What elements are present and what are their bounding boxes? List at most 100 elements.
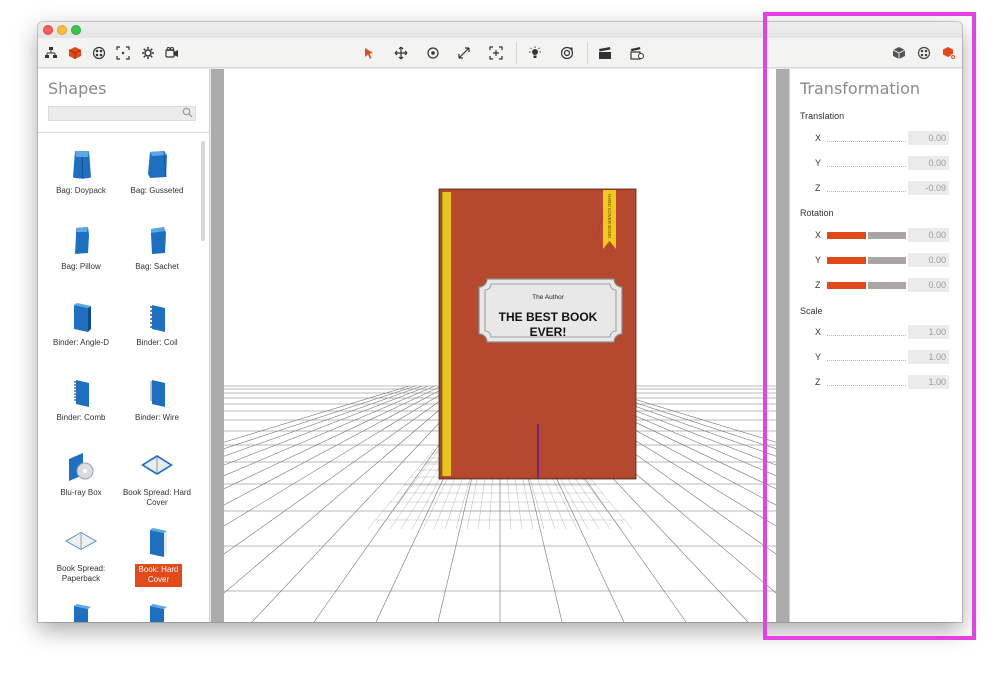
- shape-item-label: Binder: Angle-D: [52, 338, 110, 347]
- transform-panel-icon[interactable]: [939, 43, 959, 63]
- viewport-scene[interactable]: HARD COVER BOOK The Author THE BEST BOOK…: [38, 69, 962, 622]
- transformation-title: Transformation: [800, 79, 921, 98]
- rotation-z-field[interactable]: 0.00: [908, 278, 949, 292]
- viewport-left-edge: [211, 69, 224, 622]
- shapes-scrollbar[interactable]: [201, 141, 205, 241]
- rotation-z-slider-track[interactable]: [868, 282, 906, 289]
- axis-label-x: X: [815, 133, 822, 143]
- search-icon[interactable]: [182, 107, 194, 119]
- materials-icon[interactable]: [89, 43, 109, 63]
- scale-x-field[interactable]: 1.00: [908, 325, 949, 339]
- shape-item-binder-angle-d[interactable]: Binder: Angle-D: [46, 301, 116, 373]
- shape-partial-icon: [150, 604, 167, 622]
- 3d-viewport[interactable]: HARD COVER BOOK The Author THE BEST BOOK…: [38, 69, 962, 622]
- environment-icon[interactable]: [557, 43, 577, 63]
- binder-angle-d-icon: [74, 303, 91, 332]
- shape-cube-icon[interactable]: [65, 43, 85, 63]
- book-model[interactable]: HARD COVER BOOK The Author THE BEST BOOK…: [438, 188, 637, 480]
- shape-partial-icon: [74, 604, 91, 622]
- shape-item-label: Book Spread: Hard Cover: [122, 488, 192, 507]
- shape-item-book-hard-cover[interactable]: Book: Hard Cover: [122, 527, 192, 599]
- shape-item-next[interactable]: [122, 603, 192, 622]
- translation-x-field[interactable]: 0.00: [908, 131, 949, 145]
- axis-label-y: Y: [815, 255, 822, 265]
- shape-item-bag-pillow[interactable]: Bag: Pillow: [46, 225, 116, 297]
- translation-y-field[interactable]: 0.00: [908, 156, 949, 170]
- rotate-icon[interactable]: [423, 43, 443, 63]
- binder-comb-icon: [74, 380, 89, 407]
- book-author: The Author: [532, 294, 565, 301]
- shapes-panel: Shapes Bag: Doypack Bag: Gusseted Bag: P…: [38, 69, 210, 622]
- shape-item-bluray-box[interactable]: Blu-ray Box: [46, 451, 116, 523]
- shape-item-binder-wire[interactable]: Binder: Wire: [122, 376, 192, 448]
- toolbar-separator: [516, 42, 517, 64]
- render-clapper-icon[interactable]: [595, 43, 615, 63]
- shape-item-bag-gusseted[interactable]: Bag: Gusseted: [122, 149, 192, 221]
- book-spine: [442, 192, 451, 476]
- title-bar: [38, 22, 962, 38]
- scale-z-field[interactable]: 1.00: [908, 375, 949, 389]
- scene-tree-icon[interactable]: [41, 43, 61, 63]
- rotation-y-field[interactable]: 0.00: [908, 253, 949, 267]
- move-icon[interactable]: [391, 43, 411, 63]
- shape-item-book-spread-paperback[interactable]: Book Spread: Paperback: [46, 527, 116, 599]
- rotation-y-slider-track[interactable]: [868, 257, 906, 264]
- shape-item-label: Bag: Gusseted: [130, 186, 184, 195]
- shape-item-label: Bag: Pillow: [61, 262, 101, 271]
- translation-z-field[interactable]: -0.09: [908, 181, 949, 195]
- close-window-button[interactable]: [43, 25, 53, 35]
- fit-icon[interactable]: [486, 43, 506, 63]
- leader-dots: [827, 385, 906, 386]
- shape-item-label: Binder: Coil: [136, 338, 178, 347]
- axis-label-x: X: [815, 230, 822, 240]
- binder-coil-icon: [150, 305, 165, 332]
- bluray-box-icon: [69, 453, 94, 481]
- rotation-z-row: Z 0.00: [790, 278, 962, 293]
- shape-item-binder-comb[interactable]: Binder: Comb: [46, 376, 116, 448]
- scale-section-label: Scale: [800, 306, 823, 316]
- bounding-box-icon[interactable]: [113, 43, 133, 63]
- leader-dots: [827, 141, 906, 142]
- shape-item-binder-coil[interactable]: Binder: Coil: [122, 301, 192, 373]
- shape-item-label: Binder: Comb: [56, 413, 106, 422]
- rotation-z-slider-fill[interactable]: [827, 282, 866, 289]
- shape-item-book-spread-hard[interactable]: Book Spread: Hard Cover: [122, 451, 192, 523]
- rotation-x-field[interactable]: 0.00: [908, 228, 949, 242]
- scale-y-field[interactable]: 1.00: [908, 350, 949, 364]
- shape-item-bag-doypack[interactable]: Bag: Doypack: [46, 149, 116, 221]
- shapes-search-input[interactable]: [48, 106, 196, 121]
- shape-item-label: Bag: Sachet: [135, 262, 179, 271]
- leader-dots: [827, 335, 906, 336]
- settings-gear-icon[interactable]: [138, 43, 158, 63]
- transformation-panel: Transformation Translation X 0.00 Y 0.00…: [789, 69, 962, 622]
- rotation-x-row: X 0.00: [790, 228, 962, 243]
- shape-item-label-selected: Book: Hard Cover: [135, 564, 182, 587]
- book-hard-cover-icon: [150, 528, 167, 557]
- book-spread-paperback-icon: [65, 532, 97, 550]
- light-icon[interactable]: [525, 43, 545, 63]
- rotation-x-slider-track[interactable]: [868, 232, 906, 239]
- object-info-icon[interactable]: [889, 43, 909, 63]
- translation-z-row: Z -0.09: [790, 181, 962, 196]
- bag-pillow-icon: [75, 227, 89, 254]
- axis-label-y: Y: [815, 352, 822, 362]
- toolbar-separator: [587, 42, 588, 64]
- scale-z-row: Z 1.00: [790, 375, 962, 390]
- scale-icon[interactable]: [454, 43, 474, 63]
- translation-section-label: Translation: [800, 111, 845, 121]
- shape-item-label: Binder: Wire: [134, 413, 179, 422]
- shape-item-bag-sachet[interactable]: Bag: Sachet: [122, 225, 192, 297]
- rotation-y-row: Y 0.00: [790, 253, 962, 268]
- ribbon-text: HARD COVER BOOK: [607, 194, 612, 238]
- select-arrow-icon[interactable]: [359, 43, 379, 63]
- minimize-window-button[interactable]: [57, 25, 67, 35]
- book-title-line2: EVER!: [530, 325, 567, 339]
- material-panel-icon[interactable]: [914, 43, 934, 63]
- rotation-y-slider-fill[interactable]: [827, 257, 866, 264]
- shape-item-label: Bag: Doypack: [56, 186, 106, 195]
- shape-item-next[interactable]: [46, 603, 116, 622]
- maximize-window-button[interactable]: [71, 25, 81, 35]
- animation-icon[interactable]: [627, 43, 647, 63]
- rotation-x-slider-fill[interactable]: [827, 232, 866, 239]
- camera-icon[interactable]: [162, 43, 182, 63]
